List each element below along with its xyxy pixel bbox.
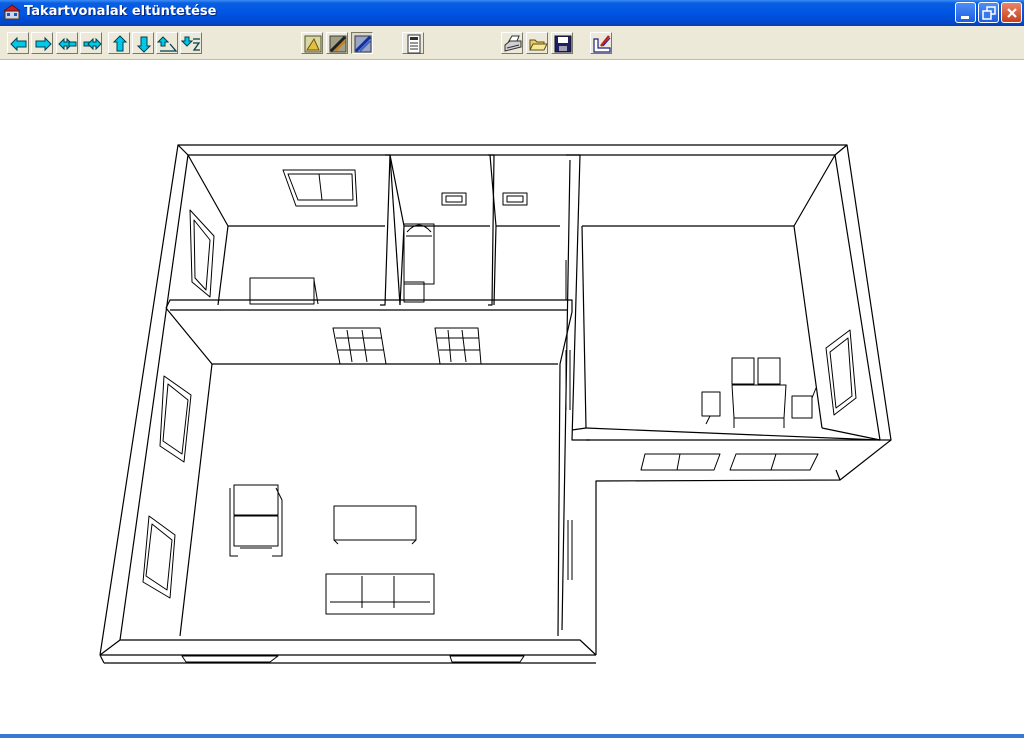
minimize-icon xyxy=(961,16,969,19)
house-app-icon xyxy=(4,4,20,20)
toolbar xyxy=(0,26,1024,60)
rotate-left-button[interactable] xyxy=(56,32,78,54)
pan-right-button[interactable] xyxy=(31,32,53,54)
tilt-down-icon xyxy=(181,36,201,51)
render-hidden-icon xyxy=(329,35,347,53)
printer-icon xyxy=(504,35,522,52)
floor-plan-3d-view xyxy=(99,144,892,664)
arrow-right-icon xyxy=(35,36,52,52)
interior-walls xyxy=(165,154,881,637)
tilt-down-button[interactable] xyxy=(180,32,202,54)
restore-icon xyxy=(982,6,996,20)
drawing-canvas[interactable] xyxy=(0,60,1024,734)
restore-button[interactable] xyxy=(978,2,999,23)
floppy-disk-icon xyxy=(554,35,572,53)
rotate-right-button[interactable] xyxy=(80,32,102,54)
move-up-button[interactable] xyxy=(108,32,130,54)
calculator-button[interactable] xyxy=(402,32,424,54)
view-mode-2-button[interactable] xyxy=(326,32,348,54)
move-down-button[interactable] xyxy=(132,32,154,54)
tilt-up-button[interactable] xyxy=(156,32,178,54)
calculator-icon xyxy=(407,34,421,54)
print-button[interactable] xyxy=(501,32,523,54)
render-plain-icon xyxy=(304,35,322,53)
window-title: Takartvonalak eltüntetése xyxy=(24,4,217,19)
double-arrow-right-icon xyxy=(83,37,102,51)
windows xyxy=(142,169,857,663)
double-arrow-left-icon xyxy=(58,37,77,51)
close-button[interactable] xyxy=(1001,2,1022,23)
pan-left-button[interactable] xyxy=(7,32,29,54)
furniture xyxy=(229,223,817,615)
title-bar: Takartvonalak eltüntetése xyxy=(0,0,1024,26)
render-shaded-icon xyxy=(354,35,372,53)
view-mode-1-button[interactable] xyxy=(301,32,323,54)
close-icon xyxy=(1007,8,1017,18)
arrow-left-icon xyxy=(10,36,27,52)
window-bottom-border xyxy=(0,734,1024,738)
design-button[interactable] xyxy=(590,32,612,54)
save-button[interactable] xyxy=(551,32,573,54)
room-floors xyxy=(165,154,881,637)
arrow-up-icon xyxy=(112,35,128,52)
folder-open-icon xyxy=(529,39,548,51)
drafting-tool-icon xyxy=(593,35,611,53)
view-mode-3-button[interactable] xyxy=(351,32,373,54)
tilt-up-icon xyxy=(157,36,178,52)
minimize-button[interactable] xyxy=(955,2,976,23)
open-button[interactable] xyxy=(526,32,548,54)
arrow-down-icon xyxy=(136,36,152,53)
